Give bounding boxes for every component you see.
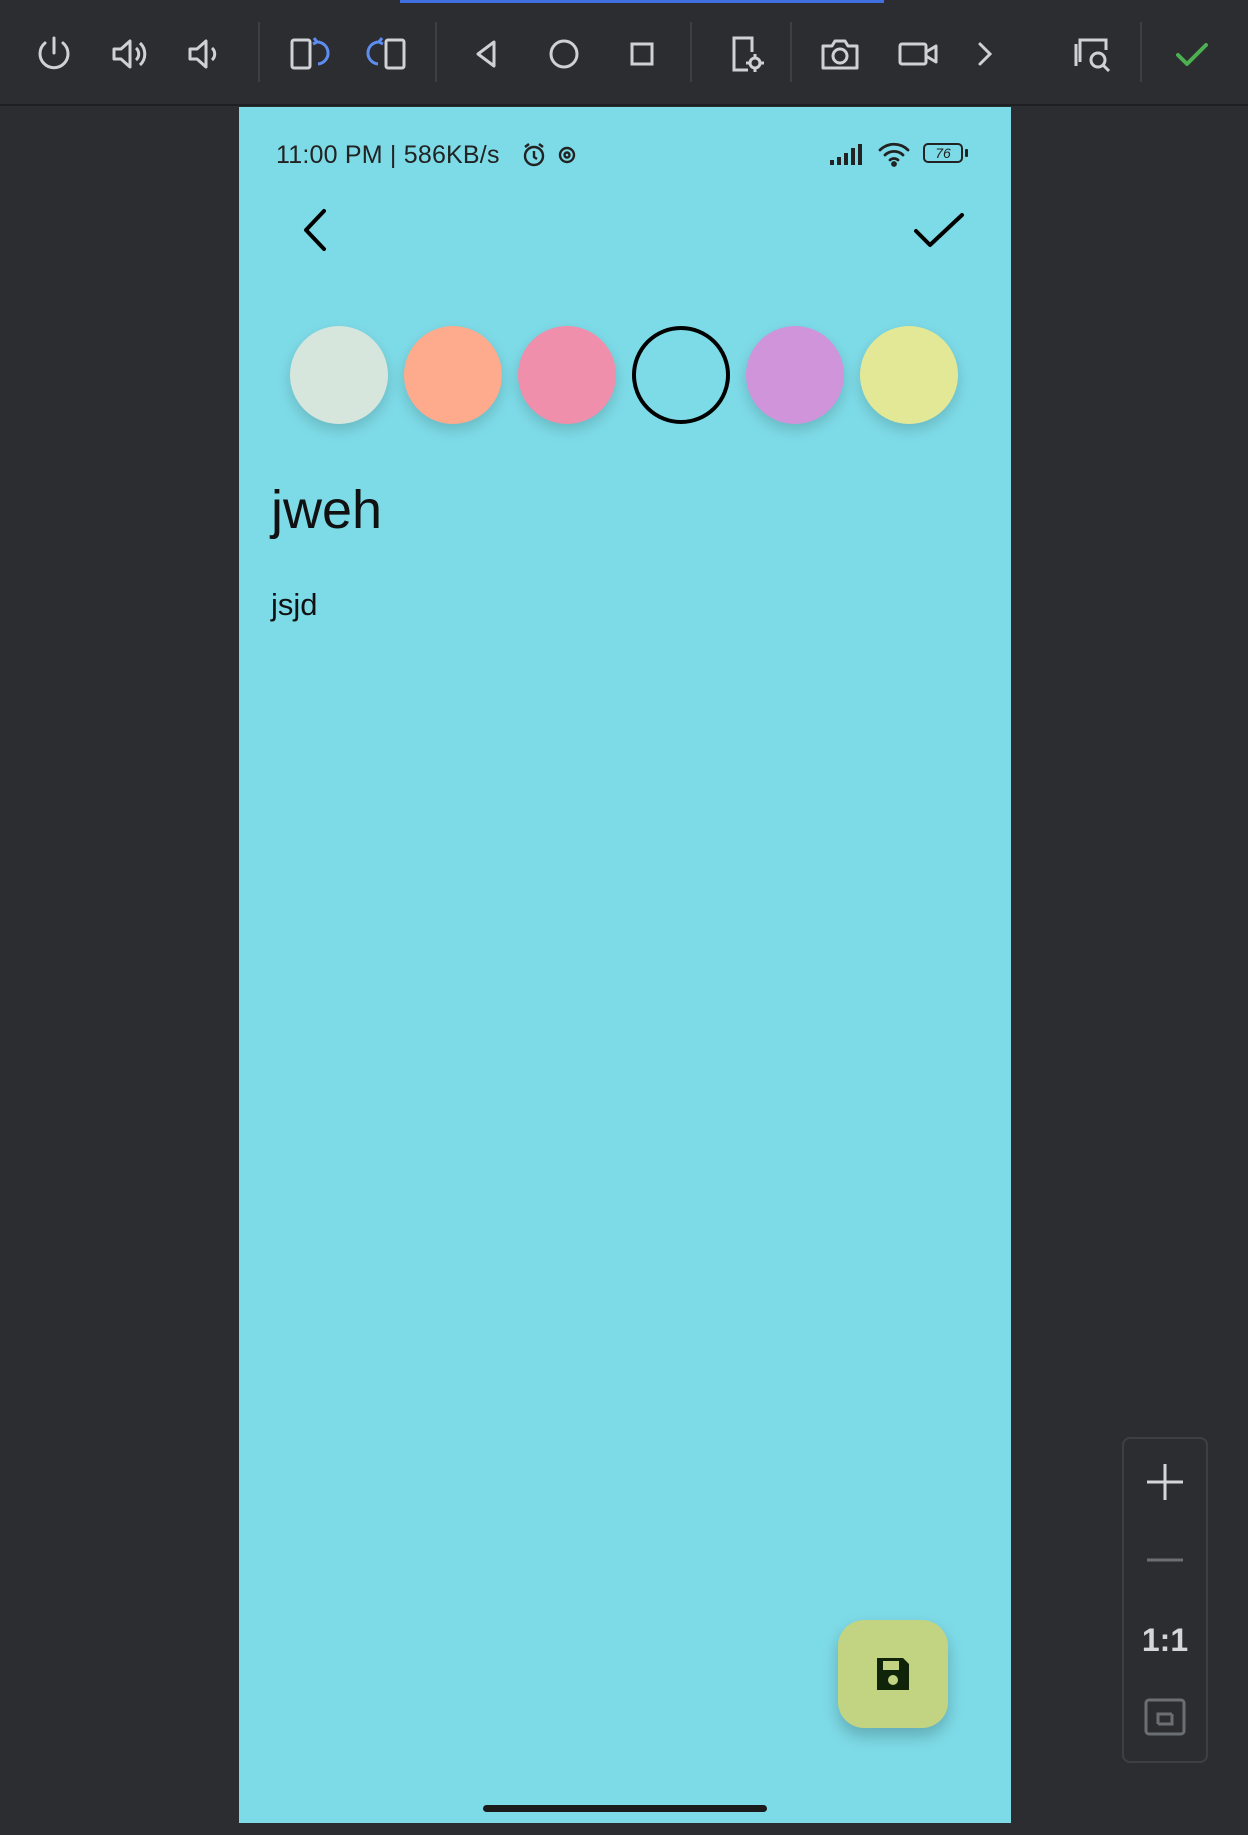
fit-screen-button[interactable] xyxy=(1124,1692,1206,1742)
zoom-panel: 1:1 xyxy=(1122,1437,1208,1763)
toolbar-divider xyxy=(258,22,260,82)
zoom-in-button[interactable] xyxy=(1124,1457,1206,1507)
color-swatch[interactable] xyxy=(518,326,616,424)
chevron-right-icon[interactable] xyxy=(956,26,1012,82)
gesture-home-bar[interactable] xyxy=(483,1805,767,1812)
note-title[interactable]: jweh xyxy=(271,479,382,541)
color-swatch[interactable] xyxy=(632,326,730,424)
toolbar-divider xyxy=(790,22,792,82)
camera-icon[interactable] xyxy=(812,26,868,82)
status-time-speed: 11:00 PM | 586KB/s xyxy=(276,141,500,169)
screen-record-icon[interactable] xyxy=(890,26,946,82)
save-button[interactable] xyxy=(838,1620,948,1728)
device-screen: 11:00 PM | 586KB/s 76 jweh jsjd xyxy=(239,107,1011,1823)
rotate-left-icon[interactable] xyxy=(280,26,336,82)
rotate-right-icon[interactable] xyxy=(360,26,416,82)
toolbar-divider xyxy=(690,22,692,82)
back-button[interactable] xyxy=(291,203,345,257)
minus-icon xyxy=(1147,1558,1183,1562)
color-swatch[interactable] xyxy=(290,326,388,424)
check-icon[interactable] xyxy=(1164,26,1220,82)
zoom-ratio-button[interactable]: 1:1 xyxy=(1124,1615,1206,1665)
note-body[interactable]: jsjd xyxy=(271,587,318,623)
check-icon xyxy=(914,213,964,247)
back-icon[interactable] xyxy=(458,26,514,82)
color-swatch[interactable] xyxy=(404,326,502,424)
loading-progress-bar xyxy=(400,0,884,3)
wifi-icon xyxy=(878,142,910,167)
arrow-back-icon xyxy=(304,209,326,251)
power-icon[interactable] xyxy=(26,26,82,82)
signal-icon xyxy=(830,144,862,165)
emulator-toolbar xyxy=(0,0,1248,106)
device-settings-icon[interactable] xyxy=(718,26,774,82)
plus-icon xyxy=(1147,1464,1183,1500)
inspect-icon[interactable] xyxy=(1064,26,1120,82)
color-swatch[interactable] xyxy=(746,326,844,424)
alarm-icon xyxy=(523,143,545,167)
battery-icon: 76 xyxy=(923,143,969,165)
settings-icon xyxy=(558,146,576,164)
zoom-out-button[interactable] xyxy=(1124,1535,1206,1585)
status-icons-left xyxy=(523,143,576,167)
save-icon xyxy=(877,1658,909,1690)
volume-down-icon[interactable] xyxy=(176,26,232,82)
volume-up-icon[interactable] xyxy=(102,26,158,82)
fit-screen-icon xyxy=(1144,1698,1186,1736)
battery-level: 76 xyxy=(935,145,951,161)
home-icon[interactable] xyxy=(536,26,592,82)
toolbar-divider xyxy=(435,22,437,82)
toolbar-divider xyxy=(1140,22,1142,82)
color-swatch[interactable] xyxy=(860,326,958,424)
color-swatches xyxy=(290,326,958,424)
overview-icon[interactable] xyxy=(614,26,670,82)
status-right: 76 xyxy=(829,141,969,167)
confirm-button[interactable] xyxy=(909,203,969,257)
